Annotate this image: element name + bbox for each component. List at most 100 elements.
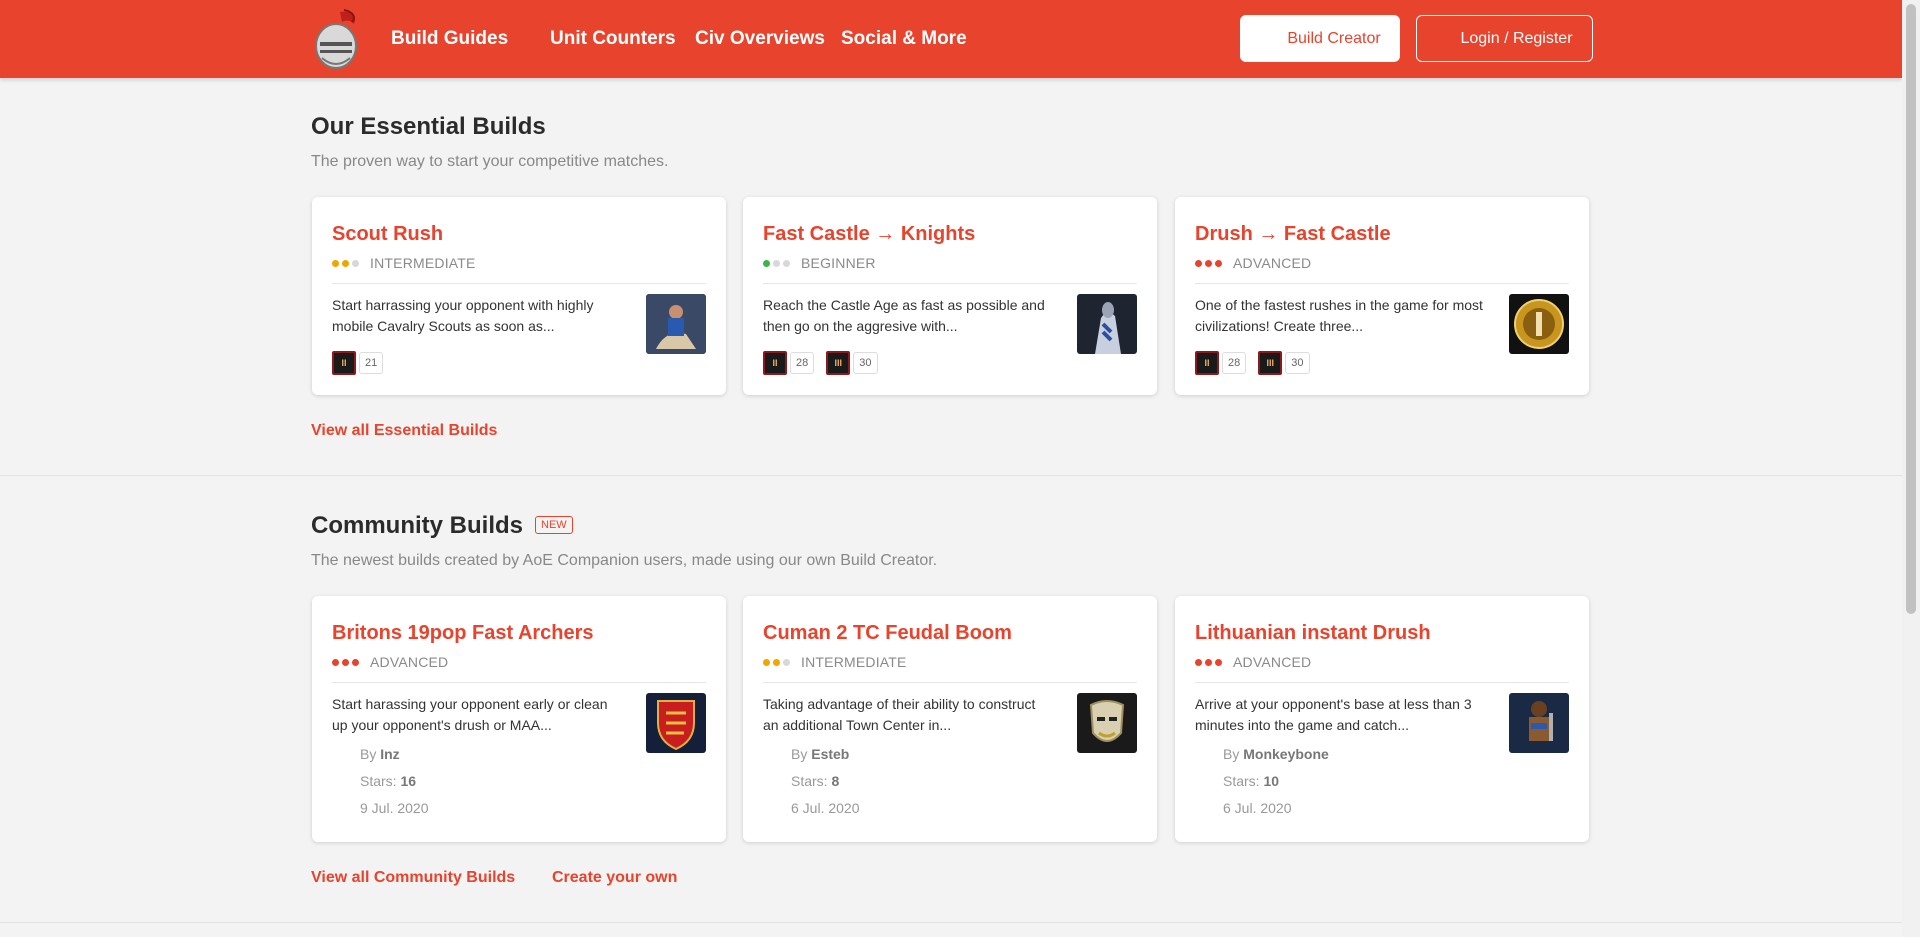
card-divider bbox=[332, 283, 706, 284]
essential-builds-subtitle: The proven way to start your competitive… bbox=[311, 153, 669, 170]
stars-prefix: Stars: bbox=[360, 773, 397, 789]
nav-social-more[interactable]: Social & More bbox=[841, 28, 967, 50]
nav-civ-overviews[interactable]: Civ Overviews bbox=[695, 28, 825, 50]
author-prefix: By bbox=[360, 746, 377, 762]
militia-drush-icon bbox=[1509, 294, 1569, 354]
age-requirements: II 28 III 30 bbox=[1195, 351, 1322, 375]
difficulty-dot bbox=[352, 658, 359, 666]
difficulty-dot bbox=[783, 658, 790, 666]
scout-cavalry-icon bbox=[646, 294, 706, 354]
nav-unit-counters[interactable]: Unit Counters bbox=[550, 28, 676, 50]
card-title[interactable]: Scout Rush bbox=[332, 223, 443, 246]
login-register-label: Login / Register bbox=[1460, 29, 1573, 47]
community-builds-heading: Community Builds NEW bbox=[311, 512, 573, 540]
difficulty-label: ADVANCED bbox=[1233, 654, 1312, 670]
difficulty-indicator: ADVANCED bbox=[1195, 654, 1311, 670]
build-stars: Stars: 16 bbox=[360, 773, 416, 789]
knight-icon bbox=[1077, 294, 1137, 354]
scrollbar-thumb[interactable] bbox=[1906, 4, 1916, 614]
difficulty-indicator: ADVANCED bbox=[1195, 255, 1311, 271]
card-title[interactable]: Cuman 2 TC Feudal Boom bbox=[763, 622, 1012, 645]
build-card-lithuanian-instant-drush[interactable]: Lithuanian instant Drush ADVANCED Arrive… bbox=[1175, 596, 1589, 842]
feudal-age-icon: II bbox=[332, 351, 356, 375]
build-date: 6 Jul. 2020 bbox=[1223, 800, 1292, 816]
feudal-age-icon: II bbox=[763, 351, 787, 375]
age-item: II 28 bbox=[763, 351, 815, 375]
build-card-fast-castle-knights[interactable]: Fast Castle → Knights BEGINNER Reach the… bbox=[743, 197, 1157, 395]
card-description: Start harassing your opponent early or c… bbox=[332, 696, 608, 733]
build-stars: Stars: 10 bbox=[1223, 773, 1279, 789]
card-divider bbox=[763, 283, 1137, 284]
build-author: By Monkeybone bbox=[1223, 746, 1329, 762]
castle-age-icon: III bbox=[826, 351, 851, 375]
author-prefix: By bbox=[791, 746, 808, 762]
age-item: II 28 bbox=[1195, 351, 1247, 375]
build-card-cuman-2tc-feudal-boom[interactable]: Cuman 2 TC Feudal Boom INTERMEDIATE Taki… bbox=[743, 596, 1157, 842]
difficulty-dot bbox=[332, 259, 339, 267]
card-title[interactable]: Drush → Fast Castle bbox=[1195, 223, 1391, 246]
age-villager-count: 21 bbox=[359, 352, 384, 374]
page-scrollbar[interactable] bbox=[1902, 0, 1920, 937]
difficulty-label: ADVANCED bbox=[370, 654, 449, 670]
card-divider bbox=[1195, 283, 1569, 284]
author-prefix: By bbox=[1223, 746, 1240, 762]
age-requirements: II 28 III 30 bbox=[763, 351, 890, 375]
castle-age-icon: III bbox=[1258, 351, 1283, 375]
difficulty-dot bbox=[342, 658, 349, 666]
card-divider bbox=[763, 682, 1137, 683]
build-card-britons-fast-archers[interactable]: Britons 19pop Fast Archers ADVANCED Star… bbox=[312, 596, 726, 842]
card-description: One of the fastest rushes in the game fo… bbox=[1195, 297, 1483, 334]
essential-builds-heading: Our Essential Builds bbox=[311, 113, 546, 140]
age-villager-count: 30 bbox=[1285, 352, 1310, 374]
card-description: Taking advantage of their ability to con… bbox=[763, 696, 1036, 733]
knight-helmet-logo[interactable] bbox=[310, 8, 364, 70]
difficulty-label: INTERMEDIATE bbox=[801, 654, 907, 670]
difficulty-dot bbox=[763, 259, 770, 267]
author-name[interactable]: Inz bbox=[380, 746, 399, 762]
age-item: III 30 bbox=[1258, 351, 1310, 375]
view-all-community-builds-link[interactable]: View all Community Builds bbox=[311, 869, 515, 887]
age-requirements: II 21 bbox=[332, 351, 395, 375]
view-all-essential-builds-link[interactable]: View all Essential Builds bbox=[311, 422, 497, 440]
difficulty-dot bbox=[342, 259, 349, 267]
card-title[interactable]: Fast Castle → Knights bbox=[763, 223, 975, 246]
stars-count: 10 bbox=[1263, 773, 1280, 789]
britons-shield-icon bbox=[646, 693, 706, 753]
stars-count: 16 bbox=[400, 773, 417, 789]
card-title[interactable]: Lithuanian instant Drush bbox=[1195, 622, 1431, 645]
new-badge: NEW bbox=[535, 515, 573, 534]
author-name[interactable]: Esteb bbox=[811, 746, 849, 762]
card-description: Arrive at your opponent's base at less t… bbox=[1195, 696, 1472, 733]
community-builds-title: Community Builds bbox=[311, 512, 524, 539]
difficulty-dot bbox=[332, 658, 339, 666]
login-register-button[interactable]: Login / Register bbox=[1416, 15, 1593, 62]
difficulty-indicator: INTERMEDIATE bbox=[763, 654, 907, 670]
build-creator-button[interactable]: Build Creator bbox=[1240, 15, 1400, 62]
build-author: By Esteb bbox=[791, 746, 849, 762]
difficulty-dot bbox=[1205, 259, 1212, 267]
age-villager-count: 28 bbox=[790, 352, 815, 374]
difficulty-label: ADVANCED bbox=[1233, 255, 1312, 271]
stars-prefix: Stars: bbox=[1223, 773, 1260, 789]
age-item: III 30 bbox=[826, 351, 878, 375]
build-creator-label: Build Creator bbox=[1287, 29, 1381, 47]
section-divider bbox=[0, 475, 1902, 476]
build-card-scout-rush[interactable]: Scout Rush INTERMEDIATE Start harrassing… bbox=[312, 197, 726, 395]
build-date: 6 Jul. 2020 bbox=[791, 800, 860, 816]
build-card-drush-fast-castle[interactable]: Drush → Fast Castle ADVANCED One of the … bbox=[1175, 197, 1589, 395]
community-builds-subtitle: The newest builds created by AoE Compani… bbox=[311, 552, 938, 569]
difficulty-dot bbox=[773, 259, 780, 267]
age-item: II 21 bbox=[332, 351, 384, 375]
author-name[interactable]: Monkeybone bbox=[1243, 746, 1329, 762]
difficulty-dot bbox=[352, 259, 359, 267]
difficulty-dot bbox=[1205, 658, 1212, 666]
difficulty-dot bbox=[1195, 259, 1202, 267]
age-villager-count: 30 bbox=[853, 352, 878, 374]
create-your-own-link[interactable]: Create your own bbox=[552, 869, 677, 887]
card-title[interactable]: Britons 19pop Fast Archers bbox=[332, 622, 594, 645]
card-description: Start harrassing your opponent with high… bbox=[332, 297, 594, 334]
nav-build-guides[interactable]: Build Guides bbox=[391, 28, 508, 50]
difficulty-dot bbox=[1195, 658, 1202, 666]
age-villager-count: 28 bbox=[1222, 352, 1247, 374]
stars-count: 8 bbox=[831, 773, 840, 789]
